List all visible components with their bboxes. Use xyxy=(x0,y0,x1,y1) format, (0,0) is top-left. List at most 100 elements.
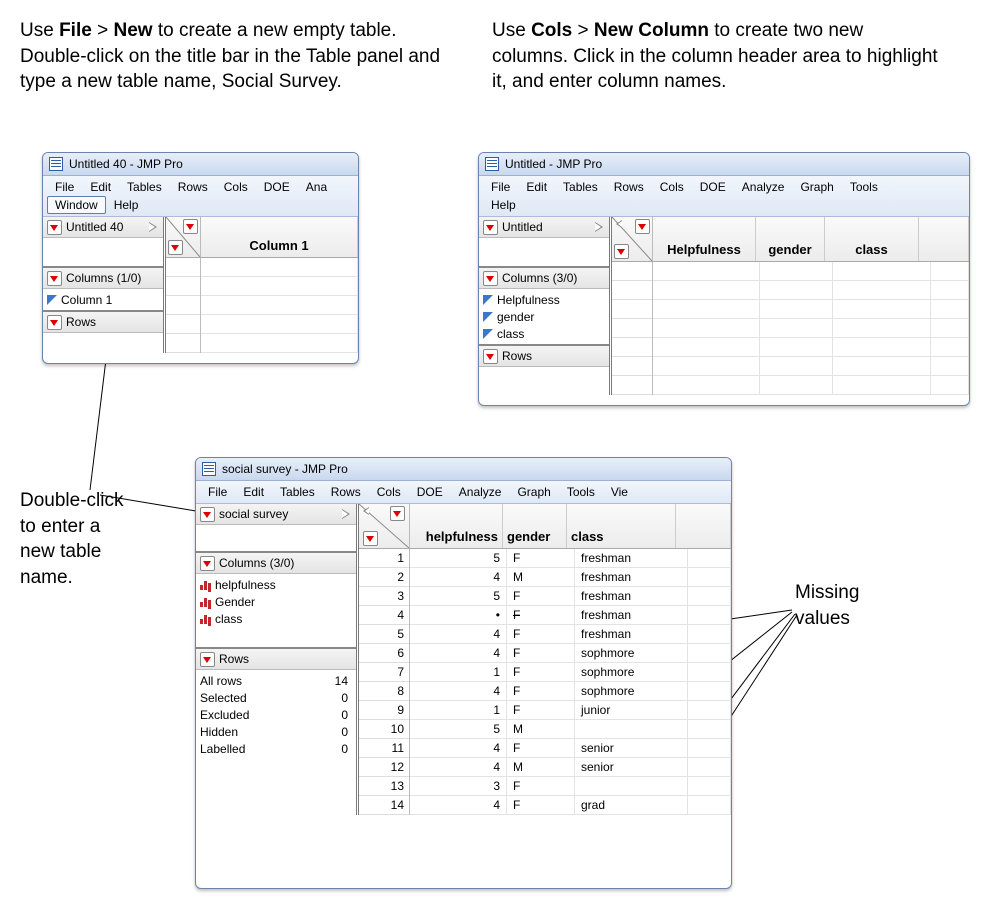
cell-gender[interactable]: F xyxy=(507,682,575,700)
menu-rows[interactable]: Rows xyxy=(323,483,369,501)
row-number[interactable]: 1 xyxy=(359,549,409,568)
menu-file[interactable]: File xyxy=(483,178,518,196)
row-number[interactable]: 7 xyxy=(359,663,409,682)
cell-class[interactable]: sophmore xyxy=(575,644,688,662)
columns-panel-head[interactable]: Columns (3/0) xyxy=(196,553,356,574)
column-header-class[interactable]: class xyxy=(825,217,919,261)
menu-bar[interactable]: File Edit Tables Rows Cols DOE Analyze G… xyxy=(196,481,731,504)
menu-edit[interactable]: Edit xyxy=(82,178,119,196)
cell-helpfulness[interactable]: 5 xyxy=(410,720,507,738)
menu-tools[interactable]: Tools xyxy=(559,483,603,501)
table-row[interactable]: 4Fsophmore xyxy=(410,644,731,663)
menu-doe[interactable]: DOE xyxy=(256,178,298,196)
menu-view-trunc[interactable]: Vie xyxy=(603,483,636,501)
cell-class[interactable]: freshman xyxy=(575,549,688,567)
rows-panel-head[interactable]: Rows xyxy=(43,312,163,333)
data-grid[interactable]: Column 1 xyxy=(166,217,358,353)
table-row[interactable]: 4Ffreshman xyxy=(410,625,731,644)
cell-gender[interactable]: F xyxy=(507,701,575,719)
disclosure-icon[interactable] xyxy=(483,220,498,235)
menu-analyze[interactable]: Analyze xyxy=(451,483,510,501)
cell-class[interactable]: freshman xyxy=(575,587,688,605)
menu-file[interactable]: File xyxy=(200,483,235,501)
menu-graph[interactable]: Graph xyxy=(792,178,841,196)
menu-cols[interactable]: Cols xyxy=(652,178,692,196)
title-bar[interactable]: social survey - JMP Pro xyxy=(196,458,731,481)
title-bar[interactable]: Untitled - JMP Pro xyxy=(479,153,969,176)
menu-analyze[interactable]: Analyze xyxy=(734,178,793,196)
cell-gender[interactable]: M xyxy=(507,758,575,776)
menu-rows[interactable]: Rows xyxy=(606,178,652,196)
prev-icon[interactable] xyxy=(614,219,622,229)
row-number[interactable]: 11 xyxy=(359,739,409,758)
cell-gender[interactable]: F xyxy=(507,739,575,757)
rows-panel-head[interactable]: Rows xyxy=(479,346,609,367)
column-item[interactable]: helpfulness xyxy=(200,576,352,593)
menu-graph[interactable]: Graph xyxy=(509,483,558,501)
column-item[interactable]: class xyxy=(200,610,352,627)
column-item[interactable]: gender xyxy=(483,308,605,325)
table-name[interactable]: Untitled 40 xyxy=(66,220,123,234)
disclosure-icon[interactable] xyxy=(200,507,215,522)
table-row[interactable]: 4Fsenior xyxy=(410,739,731,758)
cols-selector-icon[interactable] xyxy=(635,219,650,234)
cell-gender[interactable]: F xyxy=(507,777,575,795)
cell-class[interactable]: grad xyxy=(575,796,688,814)
data-cells[interactable]: 5Ffreshman4Mfreshman5Ffreshman•Ffreshman… xyxy=(410,549,731,815)
row-numbers[interactable]: 1234567891011121314 xyxy=(359,549,410,815)
table-panel-head[interactable]: social survey xyxy=(196,504,356,525)
menu-tables[interactable]: Tables xyxy=(272,483,323,501)
cell-helpfulness[interactable]: 4 xyxy=(410,625,507,643)
cell-class[interactable]: senior xyxy=(575,739,688,757)
menu-window[interactable]: Window xyxy=(47,196,106,214)
table-row[interactable]: 4Mfreshman xyxy=(410,568,731,587)
rows-selector-icon[interactable] xyxy=(614,244,629,259)
table-panel-head[interactable]: Untitled 40 xyxy=(43,217,163,238)
cell-gender[interactable]: F xyxy=(507,549,575,567)
column-header-helpfulness[interactable]: helpfulness xyxy=(410,504,503,548)
menu-file[interactable]: File xyxy=(47,178,82,196)
cell-helpfulness[interactable]: 5 xyxy=(410,587,507,605)
table-row[interactable]: 5M xyxy=(410,720,731,739)
column-header-helpfulness[interactable]: Helpfulness xyxy=(653,217,756,261)
row-number[interactable]: 9 xyxy=(359,701,409,720)
cell-helpfulness[interactable]: 4 xyxy=(410,644,507,662)
menu-help[interactable]: Help xyxy=(483,196,524,214)
row-number[interactable]: 4 xyxy=(359,606,409,625)
row-numbers[interactable] xyxy=(166,258,201,353)
menu-bar[interactable]: File Edit Tables Rows Cols DOE Ana Windo… xyxy=(43,176,358,217)
column-header-gender[interactable]: gender xyxy=(756,217,825,261)
cell-class[interactable]: freshman xyxy=(575,606,688,624)
menu-tables[interactable]: Tables xyxy=(555,178,606,196)
disclosure-icon[interactable] xyxy=(483,349,498,364)
disclosure-icon[interactable] xyxy=(47,220,62,235)
cell-helpfulness[interactable]: 5 xyxy=(410,549,507,567)
menu-rows[interactable]: Rows xyxy=(170,178,216,196)
table-row[interactable]: 4Fgrad xyxy=(410,796,731,815)
cols-selector-icon[interactable] xyxy=(183,219,198,234)
column-header[interactable]: Column 1 xyxy=(201,217,358,257)
table-name[interactable]: Untitled xyxy=(502,220,543,234)
cell-gender[interactable]: F xyxy=(507,796,575,814)
cell-helpfulness[interactable]: 4 xyxy=(410,682,507,700)
disclosure-icon[interactable] xyxy=(47,271,62,286)
column-item[interactable]: Helpfulness xyxy=(483,291,605,308)
column-item[interactable]: class xyxy=(483,325,605,342)
cell-gender[interactable]: F xyxy=(507,644,575,662)
cell-helpfulness[interactable]: 4 xyxy=(410,796,507,814)
cell-helpfulness[interactable]: • xyxy=(410,606,507,624)
row-number[interactable]: 6 xyxy=(359,644,409,663)
menu-cols[interactable]: Cols xyxy=(216,178,256,196)
row-numbers[interactable] xyxy=(612,262,653,395)
cell-helpfulness[interactable]: 4 xyxy=(410,758,507,776)
rows-selector-icon[interactable] xyxy=(363,531,378,546)
cols-selector-icon[interactable] xyxy=(390,506,405,521)
cell-gender[interactable]: M xyxy=(507,568,575,586)
column-item[interactable]: Gender xyxy=(200,593,352,610)
menu-bar[interactable]: File Edit Tables Rows Cols DOE Analyze G… xyxy=(479,176,969,217)
table-row[interactable]: 5Ffreshman xyxy=(410,549,731,568)
cell-class[interactable]: freshman xyxy=(575,568,688,586)
table-row[interactable]: 3F xyxy=(410,777,731,796)
row-number[interactable]: 12 xyxy=(359,758,409,777)
columns-panel-head[interactable]: Columns (3/0) xyxy=(479,268,609,289)
